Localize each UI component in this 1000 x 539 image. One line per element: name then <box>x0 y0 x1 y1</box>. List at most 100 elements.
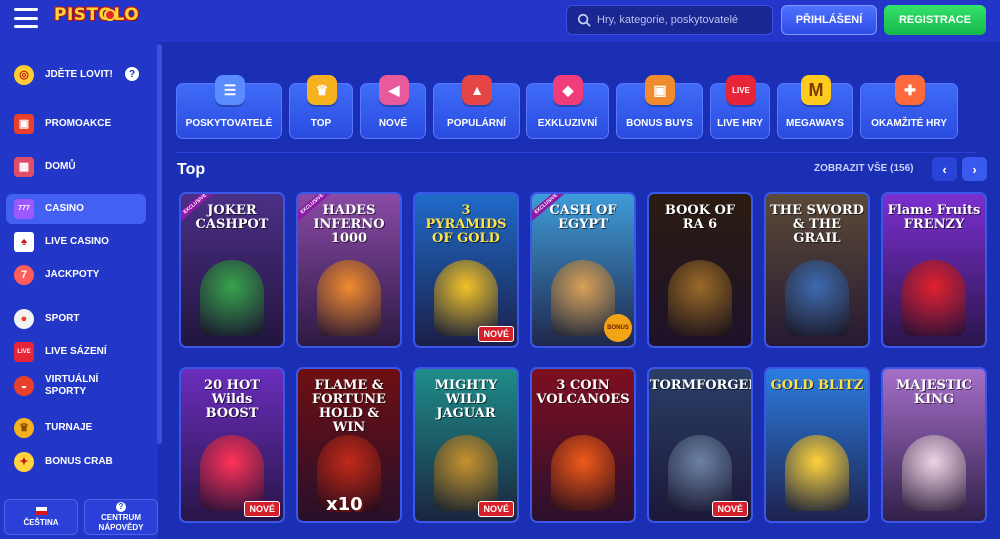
sidebar-item-tournaments[interactable]: ♛ TURNAJE <box>6 417 146 439</box>
multiplier-label: x10 <box>326 494 363 515</box>
game-title: BOOK OF RA 6 <box>664 203 736 232</box>
game-tile[interactable]: STORMFORGED NOVÉ <box>647 367 753 523</box>
game-title: THE SWORD & THE GRAIL <box>770 203 864 246</box>
game-artwork <box>902 260 966 336</box>
top-header: PISTOLO PŘIHLÁŠENÍ REGISTRACE <box>0 0 1000 42</box>
register-button[interactable]: REGISTRACE <box>884 5 986 35</box>
game-tile[interactable]: FLAME & FORTUNE HOLD & WIN x10 <box>296 367 402 523</box>
virtual-sports-icon: ◒ <box>14 376 34 396</box>
sidebar-item-casino[interactable]: 777 CASINO <box>6 194 146 224</box>
game-tile[interactable]: MIGHTY WILD JAGUAR NOVÉ <box>413 367 519 523</box>
sidebar-item-label: TURNAJE <box>45 422 93 433</box>
game-tile[interactable]: MAJESTIC KING <box>881 367 987 523</box>
sidebar-item-bonus-crab[interactable]: ✦ BONUS CRAB <box>6 451 146 473</box>
game-artwork <box>785 435 849 511</box>
crown-icon: ♛ <box>303 72 341 108</box>
category-top[interactable]: ♛ TOP <box>289 75 353 139</box>
game-tile[interactable]: BOOK OF RA 6 <box>647 192 753 348</box>
search-input[interactable] <box>597 14 767 26</box>
pistolo-logo[interactable]: PISTOLO <box>54 5 139 25</box>
category-live-games[interactable]: LIVE LIVE HRY <box>710 75 770 139</box>
category-providers[interactable]: ☰ POSKYTOVATELÉ <box>176 75 282 139</box>
game-tile[interactable]: GOLD BLITZ <box>764 367 870 523</box>
game-tile[interactable]: Flame Fruits FRENZY <box>881 192 987 348</box>
game-title: FLAME & FORTUNE HOLD & WIN <box>312 378 386 435</box>
category-popular[interactable]: ▲ POPULÁRNÍ <box>433 75 520 139</box>
game-artwork <box>902 435 966 511</box>
game-tile[interactable]: 20 HOT Wilds BOOST NOVÉ <box>179 367 285 523</box>
casino-777-icon: 777 <box>14 199 34 219</box>
category-label: POPULÁRNÍ <box>447 118 506 129</box>
diamond-icon: ◆ <box>549 72 587 108</box>
slot-machine-icon: ▦ <box>14 157 34 177</box>
new-badge: NOVÉ <box>478 326 514 342</box>
question-icon: ? <box>116 501 126 512</box>
game-title: 20 HOT Wilds BOOST <box>204 378 260 421</box>
category-exclusive[interactable]: ◆ EXKLUZIVNÍ <box>526 75 609 139</box>
chevron-left-icon[interactable]: ‹ <box>932 157 957 181</box>
game-artwork <box>434 435 498 511</box>
logo-target-icon <box>104 9 116 21</box>
sidebar-item-home[interactable]: ▦ DOMŮ <box>6 156 146 178</box>
category-instant-games[interactable]: ✚ OKAMŽITÉ HRY <box>860 75 958 139</box>
bonus-badge: BONUS <box>604 314 632 342</box>
sidebar-item-virtual-sports[interactable]: ◒ VIRTUÁLNÍ SPORTY <box>6 372 146 400</box>
sidebar-item-live-casino[interactable]: ♠ LIVE CASINO <box>6 231 146 253</box>
new-badge: NOVÉ <box>478 501 514 517</box>
trophy-icon: ♛ <box>14 418 34 438</box>
category-new[interactable]: ◀ NOVÉ <box>360 75 426 139</box>
language-button[interactable]: ČEŠTINA <box>4 499 78 535</box>
menu-icon[interactable] <box>14 8 38 28</box>
help-center-button[interactable]: ? CENTRUM NÁPOVĚDY <box>84 499 158 535</box>
live-icon: LIVE <box>14 342 34 362</box>
view-all-link[interactable]: ZOBRAZIT VŠE (156) <box>814 163 913 174</box>
ball-icon: ● <box>14 309 34 329</box>
sidebar-item-label: DOMŮ <box>45 161 76 172</box>
new-badge: NOVÉ <box>712 501 748 517</box>
category-label: EXKLUZIVNÍ <box>537 118 598 129</box>
sidebar-item-label: CASINO <box>45 203 84 214</box>
rocket-icon: ▲ <box>458 72 496 108</box>
sidebar-item-label: SPORT <box>45 313 80 324</box>
gift-icon: ▣ <box>14 114 34 134</box>
crab-icon: ✦ <box>14 452 34 472</box>
sidebar-item-promotions[interactable]: ▣ PROMOAKCE <box>6 113 146 135</box>
game-title: MAJESTIC KING <box>895 378 973 407</box>
game-tile[interactable]: CASH OF EGYPT EXCLUSIVE BONUS <box>530 192 636 348</box>
megaphone-icon: ◀ <box>375 72 413 108</box>
game-artwork <box>200 435 264 511</box>
game-tile[interactable]: 3 PYRAMIDS OF GOLD NOVÉ <box>413 192 519 348</box>
target-icon: ◎ <box>14 65 34 85</box>
game-tile[interactable]: HADES INFERNO 1000 EXCLUSIVE <box>296 192 402 348</box>
sidebar-item-sport[interactable]: ● SPORT <box>6 308 146 330</box>
category-label: NOVÉ <box>378 118 408 129</box>
gift-box-icon: ▣ <box>641 72 679 108</box>
help-icon[interactable]: ? <box>125 67 139 81</box>
chevron-right-icon[interactable]: › <box>962 157 987 181</box>
category-bar: ☰ POSKYTOVATELÉ ♛ TOP ◀ NOVÉ ▲ POPULÁRNÍ… <box>176 72 976 142</box>
category-label: MEGAWAYS <box>786 118 844 129</box>
sidebar-scrollbar[interactable] <box>157 44 162 444</box>
game-artwork <box>668 435 732 511</box>
search-box[interactable] <box>566 5 773 35</box>
game-artwork <box>668 260 732 336</box>
sidebar-item-label: LIVE CASINO <box>45 236 109 247</box>
game-tile[interactable]: 3 COIN VOLCANOES <box>530 367 636 523</box>
search-icon <box>577 13 591 27</box>
game-tile[interactable]: THE SWORD & THE GRAIL <box>764 192 870 348</box>
game-artwork <box>785 260 849 336</box>
sidebar-item-label: PROMOAKCE <box>45 118 112 129</box>
czech-flag-icon <box>35 506 47 515</box>
category-label: BONUS BUYS <box>626 118 693 129</box>
help-center-label: CENTRUM NÁPOVĚDY <box>98 512 144 532</box>
login-button[interactable]: PŘIHLÁŠENÍ <box>781 5 877 35</box>
sidebar-item-label: VIRTUÁLNÍ SPORTY <box>45 374 99 397</box>
section-divider <box>176 152 976 153</box>
sidebar-item-label: JACKPOTY <box>45 269 100 280</box>
game-tile[interactable]: JOKER CASHPOT EXCLUSIVE <box>179 192 285 348</box>
sidebar-item-live-betting[interactable]: LIVE LIVE SÁZENÍ <box>6 341 146 363</box>
category-label: TOP <box>310 118 332 129</box>
category-megaways[interactable]: M MEGAWAYS <box>777 75 853 139</box>
sidebar-item-jackpots[interactable]: 7 JACKPOTY <box>6 264 146 286</box>
category-bonus-buys[interactable]: ▣ BONUS BUYS <box>616 75 703 139</box>
